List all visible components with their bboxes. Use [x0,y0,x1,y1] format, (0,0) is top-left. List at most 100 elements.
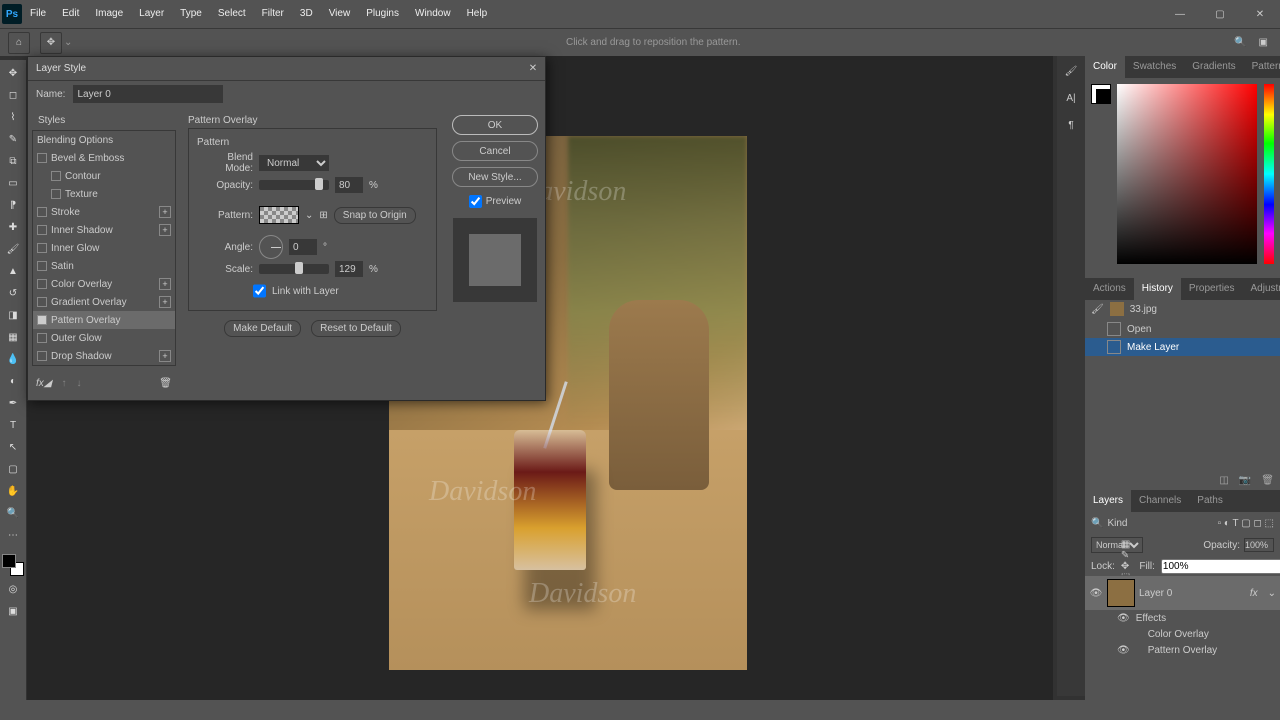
close-window-button[interactable]: ✕ [1240,0,1280,28]
reset-default-button[interactable]: Reset to Default [311,320,401,337]
swatches-tab[interactable]: Swatches [1125,56,1184,78]
visibility-icon[interactable]: 👁 [1089,588,1103,599]
up-icon[interactable]: ↑ [61,378,66,389]
edit-toolbar[interactable]: ⋯ [3,526,23,544]
color-field[interactable] [1117,84,1257,264]
style-gradient-overlay[interactable]: Gradient Overlay+ [33,293,175,311]
eyedropper-tool[interactable]: ⁋ [3,196,23,214]
workspace-icon[interactable]: ▣ [1259,37,1268,48]
layer-name[interactable]: Layer 0 [1139,588,1172,599]
new-preset-icon[interactable]: ⊞ [319,210,327,221]
style-checkbox[interactable] [37,243,47,253]
style-inner-glow[interactable]: Inner Glow [33,239,175,257]
fx-menu-icon[interactable]: fx◢ [36,378,51,389]
style-color-overlay[interactable]: Color Overlay+ [33,275,175,293]
gradient-tool[interactable]: ▦ [3,328,23,346]
blend-mode-select[interactable]: Normal [259,155,329,171]
pattern-picker[interactable] [259,206,299,224]
menu-type[interactable]: Type [172,0,210,28]
style-checkbox[interactable] [37,333,47,343]
scale-input[interactable] [335,261,363,277]
menu-window[interactable]: Window [407,0,459,28]
home-icon[interactable]: ⌂ [8,32,30,54]
angle-input[interactable] [289,239,317,255]
patterns-tab[interactable]: Patterns [1244,56,1280,78]
styles-header[interactable]: Styles [32,111,176,130]
history-item[interactable]: Make Layer [1085,338,1280,356]
history-tab[interactable]: History [1134,278,1181,300]
move-tool-icon[interactable]: ✥ [40,32,62,54]
effects-row[interactable]: 👁Effects [1085,610,1280,626]
style-checkbox[interactable] [37,315,47,325]
style-outer-glow[interactable]: Outer Glow [33,329,175,347]
brushes-icon[interactable]: 🖌 [1065,66,1078,77]
dodge-tool[interactable]: ◐ [3,372,23,390]
layer-row[interactable]: 👁 Layer 0 fx ⌄ [1085,576,1280,610]
style-checkbox[interactable] [37,279,47,289]
actions-tab[interactable]: Actions [1085,278,1134,300]
healing-tool[interactable]: ✚ [3,218,23,236]
menu-filter[interactable]: Filter [254,0,292,28]
style-contour[interactable]: Contour [33,167,175,185]
snap-to-origin-button[interactable]: Snap to Origin [334,207,416,224]
brush-tool[interactable]: 🖌 [3,240,23,258]
style-drop-shadow[interactable]: Drop Shadow+ [33,347,175,365]
style-checkbox[interactable] [37,207,47,217]
quick-select-tool[interactable]: ✎ [3,130,23,148]
fx-badge[interactable]: fx [1250,588,1258,599]
create-document-icon[interactable]: ◫ [1219,475,1228,486]
style-satin[interactable]: Satin [33,257,175,275]
style-bevel-emboss[interactable]: Bevel & Emboss [33,149,175,167]
fill-input[interactable] [1161,559,1280,574]
opacity-input[interactable] [335,177,363,193]
layers-tab[interactable]: Layers [1085,490,1131,512]
style-checkbox[interactable] [37,261,47,271]
name-input[interactable] [73,85,223,103]
style-inner-shadow[interactable]: Inner Shadow+ [33,221,175,239]
menu-3d[interactable]: 3D [292,0,321,28]
dialog-titlebar[interactable]: Layer Style ✕ [28,57,545,81]
make-default-button[interactable]: Make Default [224,320,301,337]
color-tab[interactable]: Color [1085,56,1125,78]
lasso-tool[interactable]: ⌇ [3,108,23,126]
add-effect-icon[interactable]: + [159,206,171,218]
add-effect-icon[interactable]: + [159,350,171,362]
layer-thumbnail[interactable] [1107,579,1135,607]
menu-file[interactable]: File [22,0,54,28]
gradients-tab[interactable]: Gradients [1184,56,1243,78]
pen-tool[interactable]: ✒ [3,394,23,412]
style-checkbox[interactable] [37,297,47,307]
trash-icon[interactable]: 🗑 [159,378,172,389]
history-item[interactable]: Open [1085,320,1280,338]
blending-options-item[interactable]: Blending Options [33,131,175,149]
minimize-button[interactable]: — [1160,0,1200,28]
fx-item[interactable]: 👁Pattern Overlay [1085,642,1280,658]
preview-checkbox[interactable] [469,195,482,208]
add-effect-icon[interactable]: + [159,278,171,290]
menu-edit[interactable]: Edit [54,0,87,28]
ok-button[interactable]: OK [452,115,538,135]
opacity-slider[interactable] [259,180,329,190]
menu-image[interactable]: Image [87,0,131,28]
move-tool[interactable]: ✥ [3,64,23,82]
fx-item[interactable]: 👁Color Overlay [1085,626,1280,642]
color-preview[interactable] [1091,84,1111,104]
history-brush-tool[interactable]: ↺ [3,284,23,302]
trash-icon[interactable]: 🗑 [1261,475,1274,486]
channels-tab[interactable]: Channels [1131,490,1189,512]
maximize-button[interactable]: ▢ [1200,0,1240,28]
history-snapshot[interactable]: 🖌 33.jpg [1085,300,1280,318]
eraser-tool[interactable]: ◨ [3,306,23,324]
frame-tool[interactable]: ▭ [3,174,23,192]
adjustments-tab[interactable]: Adjustments [1243,278,1280,300]
search-icon[interactable]: 🔍 [1234,37,1246,48]
character-icon[interactable]: A| [1066,93,1075,104]
color-chips[interactable] [2,554,24,576]
style-checkbox[interactable] [37,225,47,235]
hand-tool[interactable]: ✋ [3,482,23,500]
style-checkbox[interactable] [37,153,47,163]
new-style-button[interactable]: New Style... [452,167,538,187]
menu-view[interactable]: View [321,0,359,28]
blend-mode-select[interactable]: Normal [1091,537,1143,553]
pattern-dropdown-icon[interactable]: ⌄ [305,210,313,221]
